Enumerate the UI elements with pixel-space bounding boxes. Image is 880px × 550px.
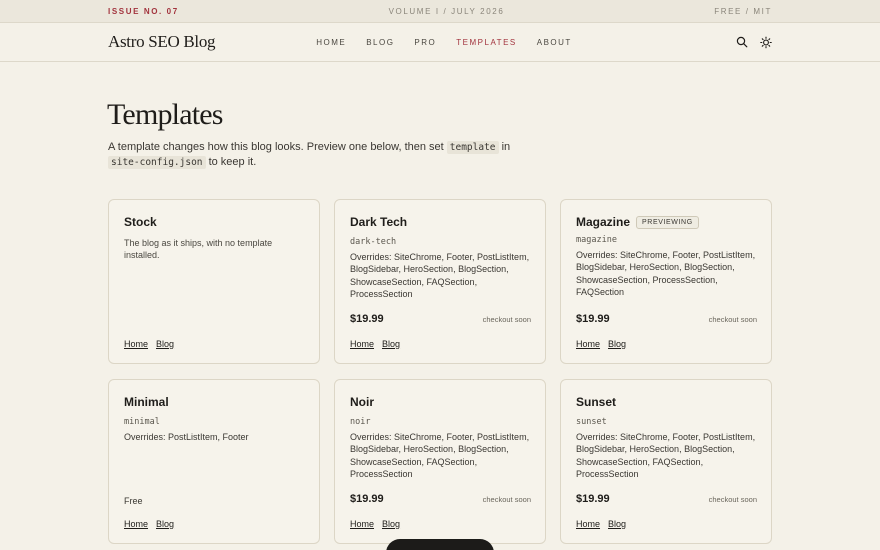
- card-link-home[interactable]: Home: [350, 339, 374, 349]
- card-price: $19.99: [576, 493, 610, 505]
- card-overrides: Overrides: SiteChrome, Footer, PostListI…: [350, 252, 530, 299]
- card-link-home[interactable]: Home: [576, 519, 600, 529]
- card-overrides: Overrides: SiteChrome, Footer, PostListI…: [350, 432, 530, 479]
- card-link-blog[interactable]: Blog: [382, 339, 400, 349]
- previewing-badge: PREVIEWING: [636, 215, 699, 229]
- settings-icon[interactable]: [468, 545, 478, 550]
- card-title: Dark Tech: [350, 215, 408, 229]
- template-card-minimal: Minimal minimal Overrides: PostListItem,…: [108, 379, 320, 544]
- card-title: Magazine: [576, 215, 631, 229]
- card-price: $19.99: [350, 493, 384, 505]
- card-link-blog[interactable]: Blog: [156, 519, 174, 529]
- issue-label: ISSUE NO. 07: [108, 6, 179, 16]
- template-card-stock: Stock The blog as it ships, with no temp…: [108, 199, 320, 364]
- volume-label: VOLUME I / JULY 2026: [388, 6, 505, 16]
- card-overrides: Overrides: SiteChrome, Footer, PostListI…: [576, 250, 756, 297]
- search-icon[interactable]: [736, 36, 748, 48]
- card-status: checkout soon: [708, 315, 757, 324]
- card-title: Noir: [350, 395, 374, 409]
- card-link-blog[interactable]: Blog: [156, 339, 174, 349]
- card-price-free: Free: [124, 496, 143, 506]
- card-link-blog[interactable]: Blog: [608, 519, 626, 529]
- card-link-home[interactable]: Home: [124, 519, 148, 529]
- card-link-home[interactable]: Home: [350, 519, 374, 529]
- card-link-home[interactable]: Home: [124, 339, 148, 349]
- card-title: Sunset: [576, 395, 617, 409]
- card-link-blog[interactable]: Blog: [608, 339, 626, 349]
- card-status: checkout soon: [708, 495, 757, 504]
- card-status: checkout soon: [482, 495, 531, 504]
- card-title: Minimal: [124, 395, 169, 409]
- send-icon[interactable]: [424, 545, 434, 550]
- top-bar: ISSUE NO. 07 VOLUME I / JULY 2026 FREE /…: [0, 0, 880, 23]
- card-overrides: Overrides: SiteChrome, Footer, PostListI…: [576, 432, 756, 479]
- mic-icon[interactable]: [402, 545, 412, 550]
- code-template: template: [446, 141, 499, 154]
- template-card-dark-tech: Dark Tech dark-tech Overrides: SiteChrom…: [334, 199, 546, 364]
- card-price: $19.99: [350, 313, 384, 325]
- nav-blog[interactable]: BLOG: [366, 38, 394, 47]
- card-status: checkout soon: [482, 315, 531, 324]
- page-title: Templates: [107, 98, 223, 131]
- template-card-sunset: Sunset sunset Overrides: SiteChrome, Foo…: [560, 379, 772, 544]
- card-title: Stock: [124, 215, 157, 229]
- nav-pro[interactable]: PRO: [414, 38, 436, 47]
- card-slug: sunset: [576, 417, 607, 427]
- nav-about[interactable]: ABOUT: [537, 38, 572, 47]
- card-link-home[interactable]: Home: [576, 339, 600, 349]
- site-header: Astro SEO Blog HOME BLOG PRO TEMPLATES A…: [0, 23, 880, 62]
- template-card-magazine: Magazine PREVIEWING magazine Overrides: …: [560, 199, 772, 364]
- card-price: $19.99: [576, 313, 610, 325]
- menu-icon[interactable]: [446, 545, 456, 550]
- page-intro: A template changes how this blog looks. …: [108, 141, 511, 169]
- template-card-noir: Noir noir Overrides: SiteChrome, Footer,…: [334, 379, 546, 544]
- card-description: The blog as it ships, with no template i…: [124, 238, 273, 261]
- floating-toolbar[interactable]: [386, 539, 494, 550]
- card-overrides: Overrides: PostListItem, Footer: [124, 432, 249, 442]
- card-slug: noir: [350, 417, 371, 427]
- nav-home[interactable]: HOME: [316, 38, 346, 47]
- card-slug: magazine: [576, 235, 617, 245]
- card-link-blog[interactable]: Blog: [382, 519, 400, 529]
- card-slug: minimal: [124, 417, 160, 427]
- code-site-config: site-config.json: [108, 156, 206, 169]
- card-slug: dark-tech: [350, 237, 397, 247]
- nav-templates[interactable]: TEMPLATES: [456, 38, 516, 47]
- site-logo[interactable]: Astro SEO Blog: [108, 32, 216, 52]
- sun-icon[interactable]: [760, 36, 772, 49]
- license-label: FREE / MIT: [714, 6, 772, 16]
